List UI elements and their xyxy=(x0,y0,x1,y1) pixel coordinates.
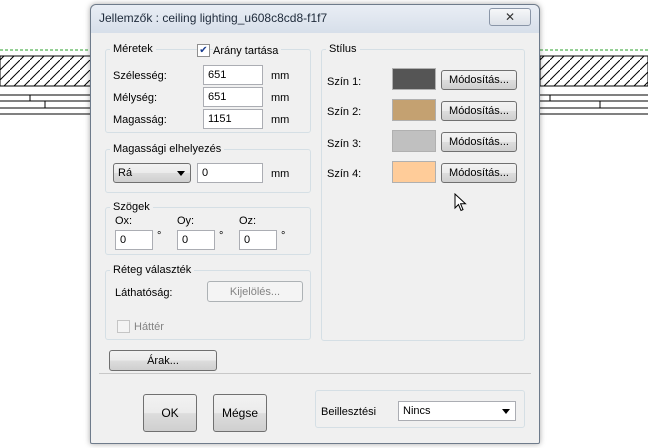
style-group: Stílus xyxy=(321,42,525,341)
oz-input[interactable]: 0 xyxy=(239,230,277,250)
color-2-swatch xyxy=(392,99,436,121)
footer-panel: OK Mégse Beillesztési Nincs xyxy=(99,373,531,435)
title-bar: Jellemzők : ceiling lighting_u608c8cd8-f… xyxy=(91,5,539,33)
oy-label: Oy: xyxy=(177,215,195,227)
prices-button[interactable]: Árak... xyxy=(109,350,217,371)
oy-input[interactable]: 0 xyxy=(177,230,215,250)
window-title: Jellemzők : ceiling lighting_u608c8cd8-f… xyxy=(99,11,328,25)
close-icon: ✕ xyxy=(504,10,516,24)
oz-unit: ° xyxy=(281,230,286,242)
angles-group-title: Szögek xyxy=(110,200,153,214)
ox-input[interactable]: 0 xyxy=(115,230,153,250)
dimensions-group-title: Méretek xyxy=(110,42,156,56)
color-3-modify-button[interactable]: Módosítás... xyxy=(441,132,517,152)
ox-label: Ox: xyxy=(115,215,133,227)
height-label: Magasság: xyxy=(113,114,167,126)
elevation-mode-value: Rá xyxy=(118,167,133,179)
color-1-modify-button[interactable]: Módosítás... xyxy=(441,70,517,90)
background-label: Háttér xyxy=(134,321,164,333)
width-label: Szélesség: xyxy=(113,70,167,82)
color-3-label: Szín 3: xyxy=(327,138,362,150)
height-unit: mm xyxy=(271,114,290,126)
color-4-label: Szín 4: xyxy=(327,168,362,180)
color-2-modify-button[interactable]: Módosítás... xyxy=(441,101,517,121)
color-3-swatch xyxy=(392,130,436,152)
ox-unit: ° xyxy=(157,230,162,242)
chevron-down-icon xyxy=(177,171,185,176)
color-1-label: Szín 1: xyxy=(327,76,362,88)
insert-label: Beillesztési xyxy=(321,406,377,418)
layer-select-button[interactable]: Kijelölés... xyxy=(207,281,303,302)
close-button[interactable]: ✕ xyxy=(489,8,531,26)
style-group-title: Stílus xyxy=(326,42,360,56)
elevation-group-title: Magassági elhelyezés xyxy=(110,142,225,156)
depth-unit: mm xyxy=(271,92,290,104)
color-2-label: Szín 2: xyxy=(327,106,362,118)
depth-input[interactable]: 651 xyxy=(203,87,263,107)
width-input[interactable]: 651 xyxy=(203,65,263,85)
oy-unit: ° xyxy=(219,230,224,242)
ok-button[interactable]: OK xyxy=(143,394,197,432)
checkmark-icon: ✔ xyxy=(199,44,208,56)
mouse-cursor-icon xyxy=(454,193,467,212)
insert-select[interactable]: Nincs xyxy=(398,401,516,421)
chevron-down-icon xyxy=(502,409,510,414)
color-4-swatch xyxy=(392,161,436,183)
color-1-swatch xyxy=(392,68,436,90)
elevation-input[interactable]: 0 xyxy=(197,163,263,183)
visibility-label: Láthatóság: xyxy=(115,287,173,299)
width-unit: mm xyxy=(271,70,290,82)
oz-label: Oz: xyxy=(239,215,257,227)
color-4-modify-button[interactable]: Módosítás... xyxy=(441,163,517,183)
elevation-mode-select[interactable]: Rá xyxy=(113,163,191,183)
insert-select-value: Nincs xyxy=(403,405,431,417)
depth-label: Mélység: xyxy=(113,92,158,104)
dialog-client-area: Méretek ✔ Arány tartása Szélesség: 651 m… xyxy=(99,33,531,435)
background-checkbox[interactable] xyxy=(117,320,130,333)
keep-ratio-label: Arány tartása xyxy=(213,44,282,58)
cancel-button[interactable]: Mégse xyxy=(213,394,267,432)
elevation-unit: mm xyxy=(271,168,290,180)
height-input[interactable]: 1151 xyxy=(203,109,263,129)
layers-group-title: Réteg választék xyxy=(110,263,195,277)
keep-ratio-checkbox[interactable]: ✔ xyxy=(197,44,210,57)
properties-dialog: Jellemzők : ceiling lighting_u608c8cd8-f… xyxy=(90,4,540,444)
